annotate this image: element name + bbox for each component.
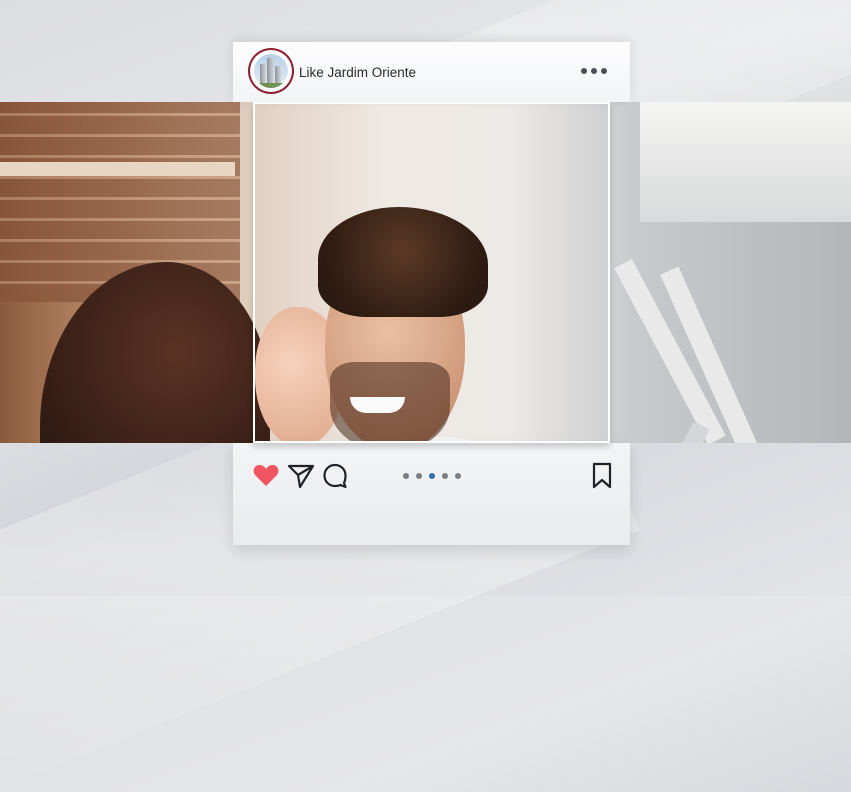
more-options-icon[interactable]	[581, 65, 611, 77]
post-actions	[233, 460, 630, 496]
carousel-dot-active	[429, 473, 435, 479]
account-avatar[interactable]	[250, 50, 292, 92]
window	[640, 102, 851, 222]
carousel-dot	[403, 473, 409, 479]
bookmark-icon[interactable]	[587, 460, 617, 490]
carousel-indicator	[401, 472, 465, 482]
comment-icon[interactable]	[320, 460, 350, 490]
carousel-dot	[416, 473, 422, 479]
post-header: Like Jardim Oriente	[233, 42, 630, 102]
account-name[interactable]: Like Jardim Oriente	[299, 65, 416, 80]
card-left-edge	[233, 102, 253, 443]
instagram-post-card: Like Jardim Oriente	[233, 42, 630, 545]
shelf	[0, 162, 235, 176]
send-icon[interactable]	[286, 460, 316, 490]
carousel-dot	[455, 473, 461, 479]
heart-filled-icon[interactable]	[251, 460, 281, 490]
carousel-dot	[442, 473, 448, 479]
building-logo-icon	[254, 54, 288, 88]
photo-frame	[253, 102, 610, 443]
